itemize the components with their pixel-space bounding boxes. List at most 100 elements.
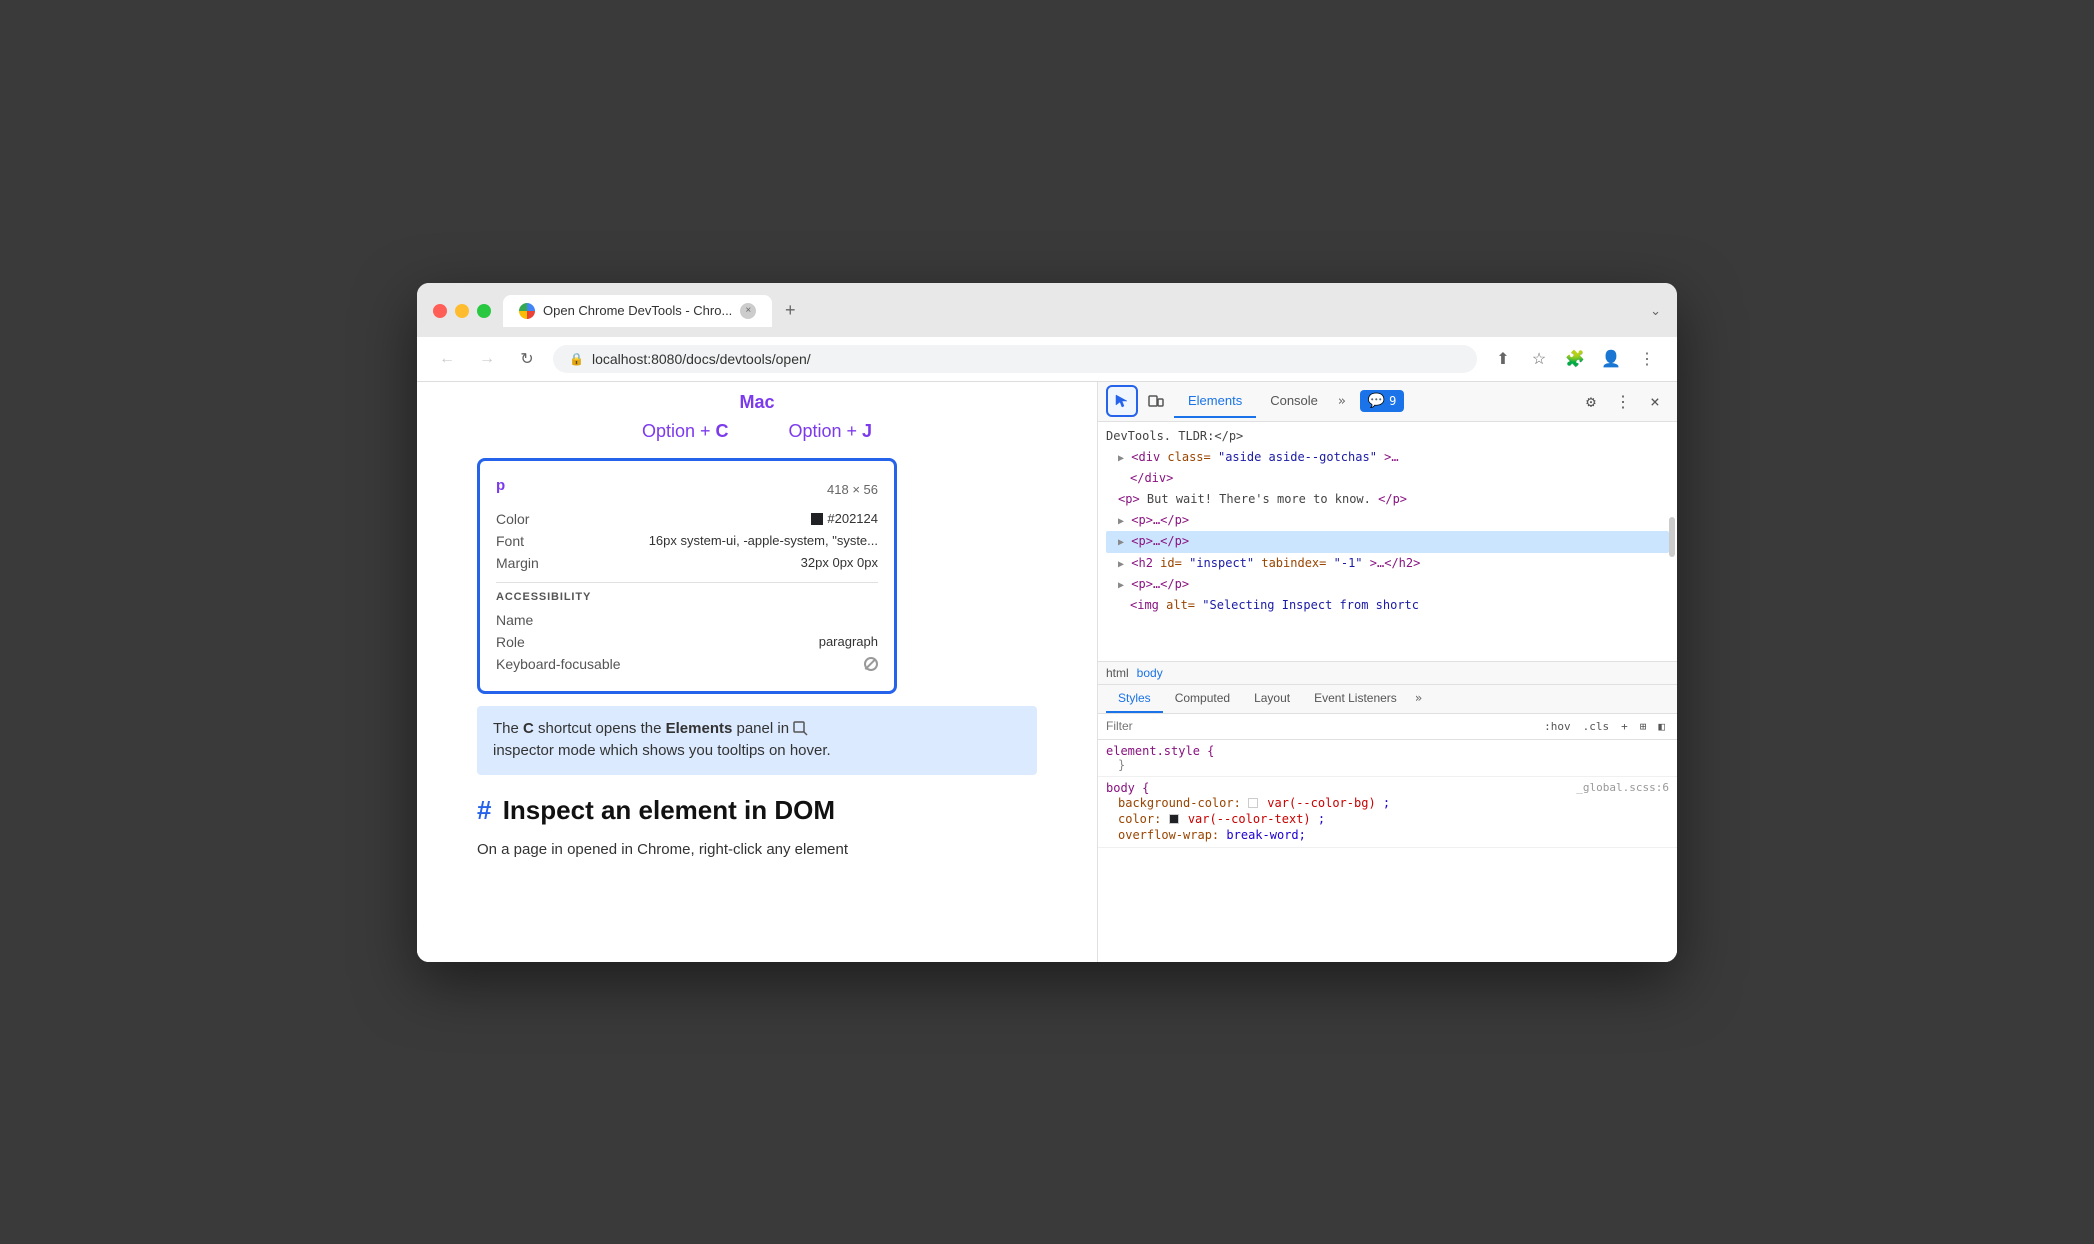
inspect-element-button[interactable] — [1106, 385, 1138, 417]
tooltip-popup: p 418 × 56 Color #202124 Font 16px syste… — [477, 458, 897, 694]
tooltip-color-value: #202124 — [811, 511, 878, 526]
cls-button[interactable]: .cls — [1579, 718, 1614, 735]
device-mode-icon — [1147, 392, 1165, 410]
dom-line-selected[interactable]: ▶ <p>…</p> — [1106, 531, 1669, 552]
body-text: On a page in opened in Chrome, right-cli… — [477, 838, 1037, 862]
main-content: Mac Option + Option + CC Option + J p 41… — [417, 382, 1677, 962]
refresh-button[interactable]: ↻ — [513, 345, 541, 373]
scrollbar[interactable] — [1669, 517, 1675, 557]
styles-tab-computed[interactable]: Computed — [1163, 685, 1242, 713]
add-style-button[interactable]: + — [1617, 718, 1632, 735]
inspector-icon — [793, 721, 809, 737]
highlight-key-c: C — [523, 720, 534, 737]
device-toolbar-button[interactable] — [1142, 387, 1170, 415]
css-close-brace: } — [1106, 758, 1669, 772]
highlight-text-panel: panel in — [737, 720, 794, 737]
color-swatch-icon — [811, 513, 823, 525]
tab-elements[interactable]: Elements — [1174, 385, 1256, 418]
tooltip-color-row: Color #202124 — [496, 508, 878, 530]
tab-menu-button[interactable]: ⌄ — [1650, 303, 1661, 319]
notifications-button[interactable]: 💬 9 — [1360, 390, 1405, 412]
hov-button[interactable]: :hov — [1540, 718, 1575, 735]
back-button[interactable]: ← — [433, 345, 461, 373]
tab-title: Open Chrome DevTools - Chro... — [543, 303, 732, 318]
address-input[interactable]: 🔒 localhost:8080/docs/devtools/open/ — [553, 345, 1477, 373]
new-tab-button[interactable]: + — [776, 297, 804, 325]
minimize-window-button[interactable] — [455, 304, 469, 318]
highlight-elements: Elements — [666, 720, 733, 737]
breadcrumb-html[interactable]: html — [1106, 666, 1129, 680]
tooltip-keyboard-row: Keyboard-focusable — [496, 653, 878, 675]
section-heading: # Inspect an element in DOM — [477, 795, 1037, 826]
expand-arrow-icon[interactable]: ▶ — [1118, 559, 1124, 570]
devtools-more-button[interactable]: ⋮ — [1609, 387, 1637, 415]
dom-line: </div> — [1106, 468, 1669, 489]
maximize-window-button[interactable] — [477, 304, 491, 318]
dom-line[interactable]: ▶ <div class= "aside aside--gotchas" >… — [1106, 447, 1669, 468]
profile-icon[interactable]: 👤 — [1597, 345, 1625, 373]
tooltip-keyboard-label: Keyboard-focusable — [496, 656, 621, 672]
more-tabs-button[interactable]: » — [1332, 386, 1352, 417]
share-icon[interactable]: ⬆ — [1489, 345, 1517, 373]
url-text: localhost:8080/docs/devtools/open/ — [592, 351, 811, 367]
inspect-cursor-icon — [1114, 393, 1130, 409]
expand-arrow-icon[interactable]: ▶ — [1118, 580, 1124, 591]
tooltip-element-tag: p — [496, 477, 505, 494]
tooltip-name-label: Name — [496, 612, 533, 628]
styles-tabs: Styles Computed Layout Event Listeners » — [1098, 685, 1677, 714]
shortcut-c: Option + Option + CC — [642, 421, 729, 442]
css-overflow-wrap-line: overflow-wrap: break-word; — [1106, 827, 1669, 843]
chrome-menu-icon[interactable]: ⋮ — [1633, 345, 1661, 373]
tooltip-role-label: Role — [496, 634, 525, 650]
highlight-text2: inspector mode which shows you tooltips … — [493, 742, 831, 759]
expand-arrow-icon[interactable]: ▶ — [1118, 516, 1124, 527]
styles-tab-event-listeners[interactable]: Event Listeners — [1302, 685, 1409, 713]
devtools-settings-button[interactable]: ⚙ — [1577, 387, 1605, 415]
filter-input[interactable] — [1106, 719, 1532, 733]
filter-actions: :hov .cls + ⊞ ◧ — [1540, 718, 1669, 735]
dom-line[interactable]: ▶ <p>…</p> — [1106, 574, 1669, 595]
tab-console[interactable]: Console — [1256, 385, 1332, 418]
active-tab[interactable]: Open Chrome DevTools - Chro... × — [503, 295, 772, 327]
layers-button[interactable]: ⊞ — [1636, 718, 1651, 735]
dom-line[interactable]: ▶ <p>…</p> — [1106, 510, 1669, 531]
tooltip-role-row: Role paragraph — [496, 631, 878, 653]
accessibility-heading: ACCESSIBILITY — [496, 591, 878, 603]
breadcrumb-body[interactable]: body — [1137, 666, 1163, 680]
star-icon[interactable]: ☆ — [1525, 345, 1553, 373]
highlight-box: The C shortcut opens the Elements panel … — [477, 706, 1037, 775]
highlight-text-before: The — [493, 720, 523, 737]
webpage-panel: Mac Option + Option + CC Option + J p 41… — [417, 382, 1097, 962]
dom-line: DevTools. TLDR:</p> — [1106, 426, 1669, 447]
lock-icon: 🔒 — [569, 352, 584, 366]
bg-color-swatch — [1248, 798, 1258, 808]
dom-line[interactable]: ▶ <h2 id= "inspect" tabindex= "-1" >…</h… — [1106, 553, 1669, 574]
tooltip-font-row: Font 16px system-ui, -apple-system, "sys… — [496, 530, 878, 552]
traffic-lights — [433, 304, 491, 318]
shortcut-j: Option + J — [788, 421, 872, 442]
devtools-tabs: Elements Console » — [1174, 385, 1352, 418]
devtools-close-button[interactable]: × — [1641, 387, 1669, 415]
styles-tab-styles[interactable]: Styles — [1106, 685, 1163, 713]
tooltip-keyboard-focusable-icon — [864, 657, 878, 671]
tooltip-role-value: paragraph — [819, 634, 878, 649]
styles-tab-layout[interactable]: Layout — [1242, 685, 1302, 713]
tooltip-name-row: Name — [496, 609, 878, 631]
expand-arrow-icon[interactable]: ▶ — [1118, 537, 1124, 548]
toggle-button[interactable]: ◧ — [1654, 718, 1669, 735]
notification-count: 9 — [1389, 394, 1396, 408]
styles-more-tabs[interactable]: » — [1409, 685, 1428, 713]
browser-window: Open Chrome DevTools - Chro... × + ⌄ ← →… — [417, 283, 1677, 962]
extension-icon[interactable]: 🧩 — [1561, 345, 1589, 373]
chat-icon: 💬 — [1368, 393, 1385, 409]
mac-label: Mac — [477, 392, 1037, 413]
tab-close-button[interactable]: × — [740, 303, 756, 319]
expand-arrow-icon[interactable]: ▶ — [1118, 453, 1124, 464]
tooltip-color-label: Color — [496, 511, 529, 527]
dom-line: <p> But wait! There's more to know. </p> — [1106, 489, 1669, 510]
forward-button[interactable]: → — [473, 345, 501, 373]
filter-bar: :hov .cls + ⊞ ◧ — [1098, 714, 1677, 740]
css-background-color-line: background-color: var(--color-bg) ; — [1106, 795, 1669, 811]
close-window-button[interactable] — [433, 304, 447, 318]
tooltip-margin-label: Margin — [496, 555, 539, 571]
